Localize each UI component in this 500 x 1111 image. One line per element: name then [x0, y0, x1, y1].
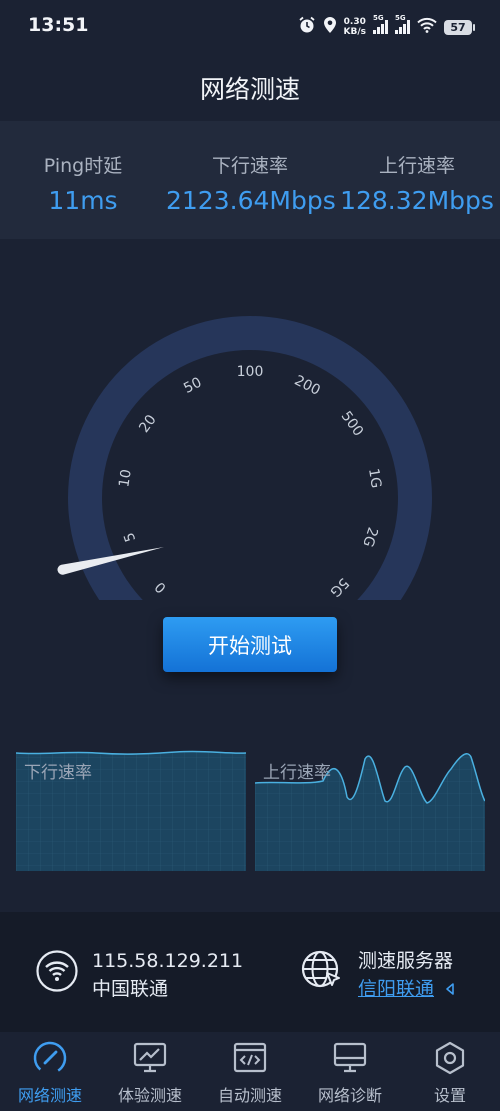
alarm-icon [298, 16, 316, 38]
ping-stat: Ping时延 11ms [36, 151, 130, 215]
gauge-scale-label: 200 [292, 373, 323, 399]
monitor-chart-icon [133, 1042, 167, 1073]
start-test-button[interactable]: 开始测试 [163, 617, 337, 672]
ip-address: 115.58.129.211 [92, 950, 244, 972]
code-window-icon [233, 1042, 267, 1073]
bottom-tab-bar: 网络测速 体验测速 自动测速 网络诊断 设置 [0, 1032, 500, 1111]
isp-name: 中国联通 [92, 978, 169, 1000]
tab-auto-speed[interactable]: 自动测速 [200, 1032, 300, 1111]
status-time: 13:51 [28, 14, 89, 36]
signal-sim1-icon: 5G [373, 14, 388, 34]
gauge-scale-label: 0 [152, 578, 170, 596]
gauge-scale-label: 1G [365, 467, 384, 489]
download-label: 下行速率 [211, 155, 288, 177]
gauge-scale-label: 5 [121, 530, 139, 543]
tab-network-speed[interactable]: 网络测速 [0, 1032, 100, 1111]
monitor-icon [333, 1042, 367, 1073]
upload-value: 128.32Mbps [340, 186, 494, 215]
upload-label: 上行速率 [378, 155, 455, 177]
net-speed-value: 0.30 [343, 17, 366, 27]
triangle-left-icon[interactable] [440, 978, 456, 1000]
gauge-scale-label: 2G [359, 525, 380, 549]
gauge-scale-label: 500 [338, 408, 367, 439]
sim1-label: 5G [373, 14, 384, 22]
stats-panel: Ping时延 11ms 下行速率 2123.64Mbps 上行速率 128.32… [0, 121, 500, 239]
tab-label: 体验测速 [117, 1086, 182, 1105]
status-icons: 0.30 KB/s 5G 5G 57 [298, 14, 475, 40]
tab-settings[interactable]: 设置 [400, 1032, 500, 1111]
globe-cursor-icon [301, 950, 340, 988]
network-speed-indicator: 0.30 KB/s [344, 17, 366, 37]
server-name-link[interactable]: 信阳联通 [358, 978, 434, 1000]
signal-sim2-icon: 5G [395, 14, 410, 34]
server-selector[interactable]: 信阳联通 [358, 975, 456, 1003]
sim2-label: 5G [395, 14, 406, 22]
ping-label: Ping时延 [43, 155, 123, 177]
gauge-scale-label: 20 [136, 412, 159, 436]
download-value: 2123.64Mbps [166, 186, 336, 215]
download-stat: 下行速率 2123.64Mbps [166, 151, 336, 215]
net-speed-unit: KB/s [343, 27, 366, 37]
tab-experience-speed[interactable]: 体验测速 [100, 1032, 200, 1111]
speedometer-icon [33, 1041, 67, 1075]
tab-label: 设置 [433, 1086, 466, 1105]
gauge-scale-label: 10 [116, 468, 135, 488]
speed-gauge: 0 5 10 20 50 100 200 500 1G 2G 5G [57, 316, 432, 600]
tab-network-diagnosis[interactable]: 网络诊断 [300, 1032, 400, 1111]
wifi-icon [417, 17, 437, 37]
status-bar: 13:51 0.30 KB/s 5G 5G 57 [0, 0, 500, 52]
settings-hex-icon [435, 1041, 465, 1075]
gauge-scale-label: 50 [181, 375, 204, 397]
download-chart: 下行速率 [16, 745, 246, 871]
battery-icon: 57 [444, 19, 475, 35]
upload-stat: 上行速率 128.32Mbps [340, 151, 494, 215]
ping-value: 11ms [48, 186, 118, 215]
location-icon [323, 16, 337, 38]
gauge-scale-label: 5G [326, 574, 351, 599]
upload-chart-label: 上行速率 [263, 763, 331, 783]
tab-label: 网络测速 [17, 1086, 82, 1105]
server-title: 测速服务器 [358, 950, 454, 972]
gauge-scale-label: 100 [237, 364, 264, 380]
ip-info: 115.58.129.211 中国联通 [92, 947, 243, 1003]
server-info: 测速服务器 信阳联通 [358, 947, 456, 1003]
page-title: 网络测速 [199, 75, 300, 104]
tab-label: 自动测速 [217, 1086, 282, 1105]
download-chart-label: 下行速率 [24, 763, 92, 783]
upload-chart: 上行速率 [255, 745, 485, 871]
network-info-panel: 115.58.129.211 中国联通 测速服务器 信阳联通 [0, 912, 500, 1032]
wifi-circle-icon [36, 950, 78, 992]
tab-label: 网络诊断 [317, 1086, 382, 1105]
